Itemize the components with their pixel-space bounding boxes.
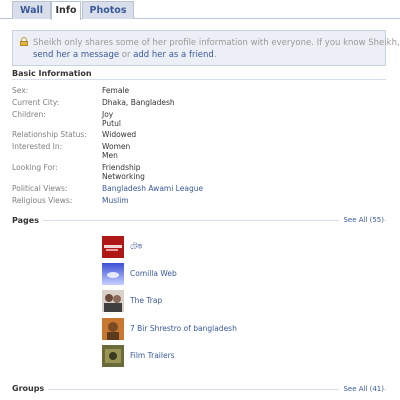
groups-heading: Groups bbox=[12, 384, 49, 393]
tab-wall[interactable]: Wall bbox=[12, 1, 51, 19]
page-thumbnail bbox=[102, 290, 124, 312]
info-value: Putul bbox=[102, 119, 121, 128]
info-label: Political Views: bbox=[12, 184, 68, 193]
info-value: Friendship bbox=[102, 163, 141, 172]
groups-divider bbox=[12, 389, 386, 390]
religious-views-link[interactable]: Muslim bbox=[102, 196, 129, 205]
info-value: Female bbox=[102, 86, 130, 95]
political-views-link[interactable]: Bangladesh Awami League bbox=[102, 184, 203, 193]
info-label: Sex: bbox=[12, 86, 29, 95]
groups-see-all-link[interactable]: See All (41) bbox=[339, 385, 384, 393]
profile-tab-bar: Wall Info Photos bbox=[0, 0, 400, 20]
tab-photos[interactable]: Photos bbox=[82, 1, 134, 19]
notice-end-text: . bbox=[213, 50, 217, 60]
basic-info-divider bbox=[12, 79, 386, 80]
page-thumbnail bbox=[102, 236, 124, 258]
page-name[interactable]: Comilla Web bbox=[130, 269, 177, 278]
page-name[interactable]: The Trap bbox=[130, 296, 162, 305]
info-label: Looking For: bbox=[12, 163, 58, 172]
page-thumbnail bbox=[102, 318, 124, 340]
info-label: Current City: bbox=[12, 98, 60, 107]
info-label: Interested In: bbox=[12, 142, 63, 151]
privacy-notice: Sheikh only shares some of her profile i… bbox=[12, 30, 400, 66]
info-label: Religious Views: bbox=[12, 196, 73, 205]
page-thumbnail bbox=[102, 263, 124, 285]
info-label: Children: bbox=[12, 110, 46, 119]
info-value: Widowed bbox=[102, 130, 137, 139]
tab-info[interactable]: Info bbox=[51, 1, 81, 20]
page-name[interactable]: Film Trailers bbox=[130, 351, 175, 360]
info-value: Joy bbox=[102, 110, 114, 119]
add-friend-link[interactable]: add her as a friend bbox=[133, 50, 214, 60]
notice-actions: send her a message or add her as a frien… bbox=[33, 50, 217, 60]
pages-heading: Pages bbox=[12, 216, 43, 225]
info-label: Relationship Status: bbox=[12, 130, 87, 139]
info-value: Men bbox=[102, 151, 118, 160]
page-name[interactable]: 7 Bir Shrestro of bangladesh bbox=[130, 324, 237, 333]
pages-divider bbox=[12, 220, 386, 221]
notice-or-text: or bbox=[119, 50, 134, 60]
page-thumbnail bbox=[102, 345, 124, 367]
send-message-link[interactable]: send her a message bbox=[33, 50, 119, 60]
info-value: Women bbox=[102, 142, 131, 151]
info-value: Networking bbox=[102, 172, 145, 181]
page-name[interactable]: টেক bbox=[130, 242, 142, 254]
lock-icon bbox=[20, 37, 28, 46]
basic-info-heading: Basic Information bbox=[12, 69, 96, 78]
notice-text: Sheikh only shares some of her profile i… bbox=[33, 38, 400, 48]
pages-see-all-link[interactable]: See All (55) bbox=[339, 216, 384, 224]
info-value: Dhaka, Bangladesh bbox=[102, 98, 175, 107]
